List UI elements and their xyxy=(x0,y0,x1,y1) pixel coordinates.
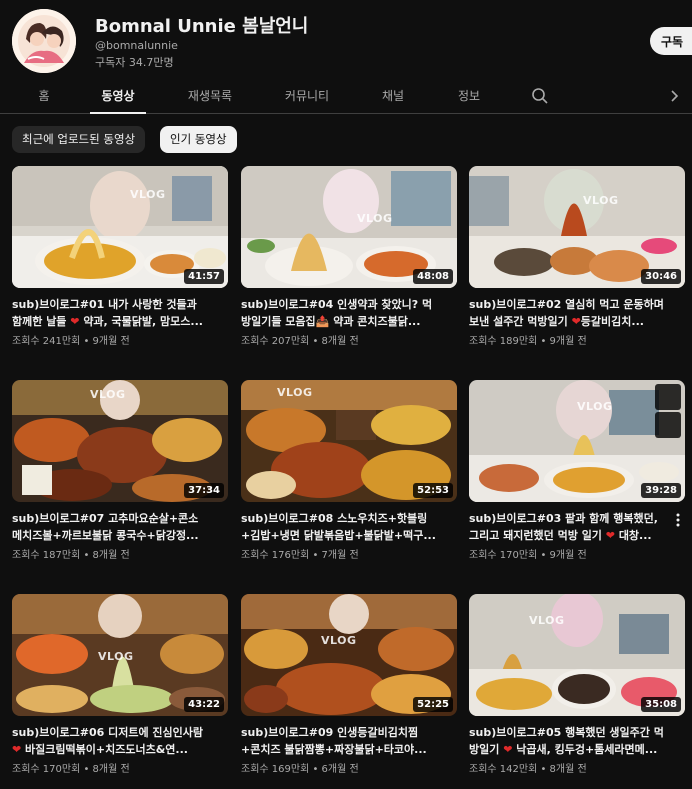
thumbnail-overlay-text: VLOG xyxy=(357,212,393,225)
video-title[interactable]: sub)브이로그#05 행복했던 생일주간 먹 방일기 ❤ 낙곱새, 킹두겅+톰세… xyxy=(469,724,685,758)
thumbnail-overlay-text: VLOG xyxy=(98,650,134,663)
channel-avatar[interactable] xyxy=(12,9,76,73)
video-title[interactable]: sub)브이로그#02 열심히 먹고 운동하며 보낸 설주간 먹방일기 ❤등갈비김… xyxy=(469,296,685,330)
thumbnail-overlay-text: VLOG xyxy=(583,194,619,207)
video-title[interactable]: sub)브이로그#04 인생약과 찾았니? 먹 방일기들 모음집📤 약과 콘치즈불… xyxy=(241,296,457,330)
duration-badge: 41:57 xyxy=(184,269,224,284)
video-meta: 조회수 170만회 • 9개월 전 xyxy=(469,550,587,561)
video-meta: 조회수 170만회 • 8개월 전 xyxy=(12,764,130,775)
chip-recent[interactable]: 최근에 업로드된 동영상 xyxy=(12,126,146,153)
tab-channels[interactable]: 채널 xyxy=(375,78,411,114)
duration-badge: 30:46 xyxy=(641,269,681,284)
add-to-queue-icon[interactable] xyxy=(655,412,681,438)
subscriber-count: 구독자 34.7만명 xyxy=(95,56,174,69)
heart-icon: ❤ xyxy=(571,315,581,328)
thumbnail-overlay-text: VLOG xyxy=(90,388,126,401)
duration-badge: 43:22 xyxy=(184,697,224,712)
duration-badge: 48:08 xyxy=(413,269,453,284)
video-meta: 조회수 207만회 • 8개월 전 xyxy=(241,336,359,347)
video-thumbnail[interactable]: VLOG 35:08 xyxy=(469,594,685,716)
channel-name[interactable]: Bomnal Unnie 봄날언니 xyxy=(95,12,308,38)
video-meta: 조회수 189만회 • 9개월 전 xyxy=(469,336,587,347)
thumbnail-overlay-text: VLOG xyxy=(577,400,613,413)
video-meta: 조회수 241만회 • 9개월 전 xyxy=(12,336,130,347)
video-title[interactable]: sub)브이로그#09 인생등갈비김치찜 +콘치즈 불닭짬뽕+짜장불닭+타코야..… xyxy=(241,724,457,758)
video-thumbnail[interactable]: VLOG 30:46 xyxy=(469,166,685,288)
video-meta: 조회수 169만회 • 6개월 전 xyxy=(241,764,359,775)
video-thumbnail[interactable]: VLOG 37:34 xyxy=(12,380,228,502)
video-title[interactable]: sub)브이로그#08 스노우치즈+핫블링 +김밥+냉면 닭발볶음밥+불닭발+떡구… xyxy=(241,510,457,544)
search-icon[interactable] xyxy=(531,87,549,105)
duration-badge: 52:25 xyxy=(413,697,453,712)
tab-videos[interactable]: 동영상 xyxy=(90,78,146,114)
video-title[interactable]: sub)브이로그#03 팥과 함께 행복했던, 그리고 돼지런했던 먹방 일기 ❤… xyxy=(469,510,685,544)
chevron-right-icon[interactable] xyxy=(666,86,684,106)
video-meta: 조회수 176만회 • 7개월 전 xyxy=(241,550,359,561)
video-title[interactable]: sub)브이로그#07 고추마요순살+콘소 메치즈볼+까르보불닭 콩국수+닭강정.… xyxy=(12,510,228,544)
thumbnail-overlay-text: VLOG xyxy=(529,614,565,627)
duration-badge: 35:08 xyxy=(641,697,681,712)
video-title[interactable]: sub)브이로그#06 디저트에 진심인사람 ❤ 바질크림떡볶이+치즈도너츠&연.… xyxy=(12,724,228,758)
more-vert-icon[interactable] xyxy=(672,512,684,528)
duration-badge: 52:53 xyxy=(413,483,453,498)
channel-handle: @bomnalunnie xyxy=(95,39,178,52)
video-thumbnail[interactable]: VLOG 43:22 xyxy=(12,594,228,716)
thumbnail-overlay-text: VLOG xyxy=(321,634,357,647)
duration-badge: 37:34 xyxy=(184,483,224,498)
tab-home[interactable]: 홈 xyxy=(28,78,60,114)
tab-about[interactable]: 정보 xyxy=(451,78,487,114)
video-thumbnail[interactable]: VLOG 39:28 xyxy=(469,380,685,502)
video-thumbnail[interactable]: VLOG 41:57 xyxy=(12,166,228,288)
chip-popular[interactable]: 인기 동영상 xyxy=(160,126,237,153)
tab-playlists[interactable]: 재생목록 xyxy=(178,78,242,114)
video-thumbnail[interactable]: VLOG 48:08 xyxy=(241,166,457,288)
thumbnail-overlay-text: VLOG xyxy=(277,386,313,399)
clock-icon[interactable] xyxy=(655,384,681,410)
heart-icon: ❤ xyxy=(12,743,22,756)
video-meta: 조회수 142만회 • 8개월 전 xyxy=(469,764,587,775)
heart-icon: ❤ xyxy=(605,529,615,542)
subscribe-button[interactable]: 구독 xyxy=(650,27,692,55)
duration-badge: 39:28 xyxy=(641,483,681,498)
thumbnail-overlay-text: VLOG xyxy=(130,188,166,201)
video-title[interactable]: sub)브이로그#01 내가 사랑한 것들과 함께한 날들 ❤ 약과, 국물닭발,… xyxy=(12,296,228,330)
channel-tabs: 홈 동영상 재생목록 커뮤니티 채널 정보 xyxy=(0,78,692,114)
video-thumbnail[interactable]: VLOG 52:53 xyxy=(241,380,457,502)
channel-header: Bomnal Unnie 봄날언니 @bomnalunnie 구독자 34.7만… xyxy=(0,0,692,78)
video-meta: 조회수 187만회 • 8개월 전 xyxy=(12,550,130,561)
tab-community[interactable]: 커뮤니티 xyxy=(275,78,339,114)
video-thumbnail[interactable]: VLOG 52:25 xyxy=(241,594,457,716)
